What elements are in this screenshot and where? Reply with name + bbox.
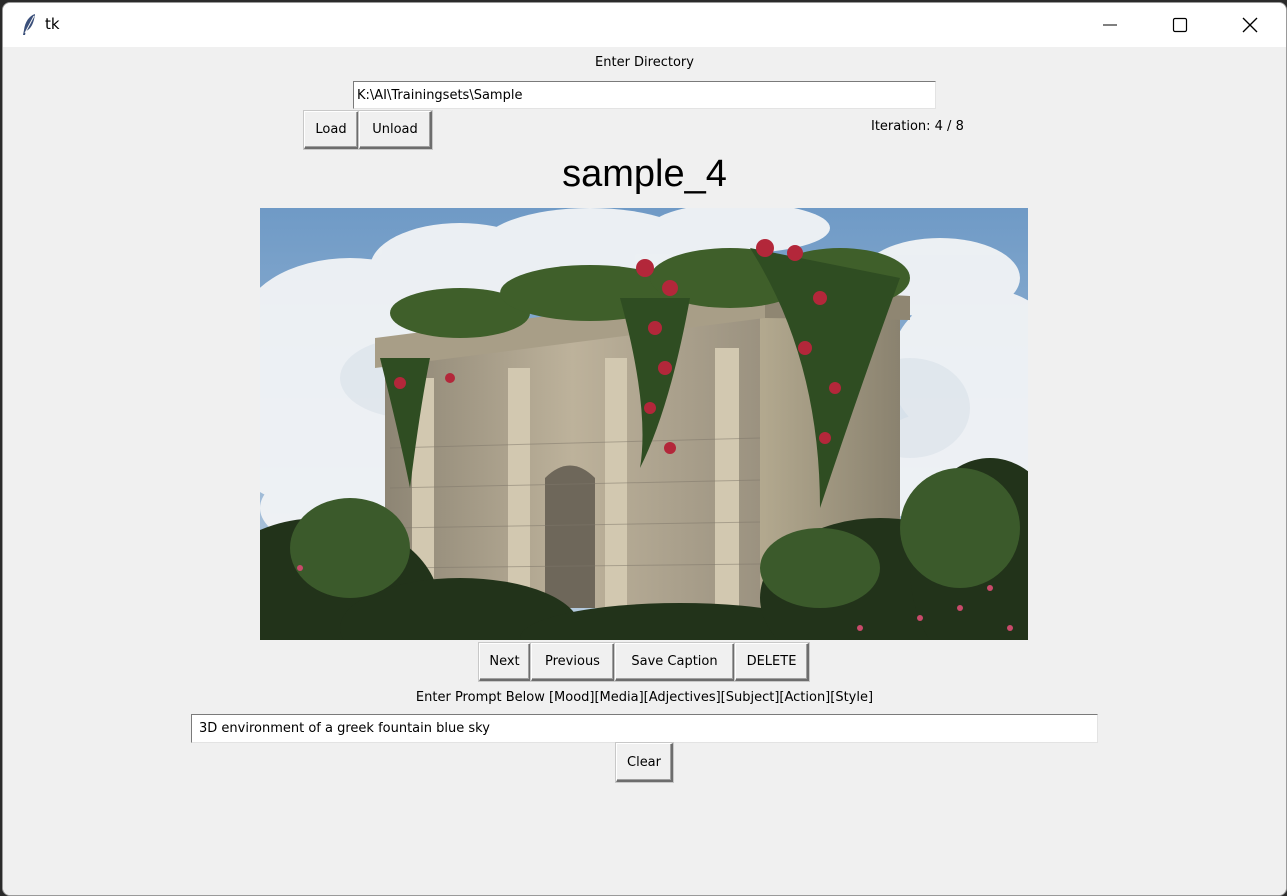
close-icon (1242, 17, 1258, 33)
feather-icon (19, 13, 39, 37)
window-title: tk (45, 15, 60, 33)
delete-button[interactable]: DELETE (735, 643, 809, 681)
load-button[interactable]: Load (304, 111, 359, 149)
close-button[interactable] (1215, 3, 1285, 47)
app-window: tk Enter Directory Load Unload Iteration… (2, 2, 1287, 896)
directory-input[interactable] (353, 81, 936, 109)
image-title: sample_4 (562, 153, 727, 195)
unload-button[interactable]: Unload (359, 111, 432, 149)
prompt-input[interactable] (191, 714, 1098, 743)
clear-button[interactable]: Clear (616, 743, 673, 782)
minimize-button[interactable] (1075, 3, 1145, 47)
minimize-icon (1103, 24, 1117, 26)
directory-label: Enter Directory (595, 55, 694, 70)
image-preview (260, 208, 1028, 640)
prompt-label: Enter Prompt Below [Mood][Media][Adjecti… (415, 690, 874, 705)
iteration-counter: Iteration: 4 / 8 (871, 119, 964, 134)
save-caption-button[interactable]: Save Caption (615, 643, 735, 681)
next-button[interactable]: Next (479, 643, 531, 681)
title-bar[interactable]: tk (3, 3, 1286, 47)
fountain-image (260, 208, 1028, 640)
previous-button[interactable]: Previous (531, 643, 615, 681)
maximize-button[interactable] (1145, 3, 1215, 47)
main-content: Enter Directory Load Unload Iteration: 4… (3, 47, 1286, 895)
maximize-icon (1172, 17, 1188, 33)
